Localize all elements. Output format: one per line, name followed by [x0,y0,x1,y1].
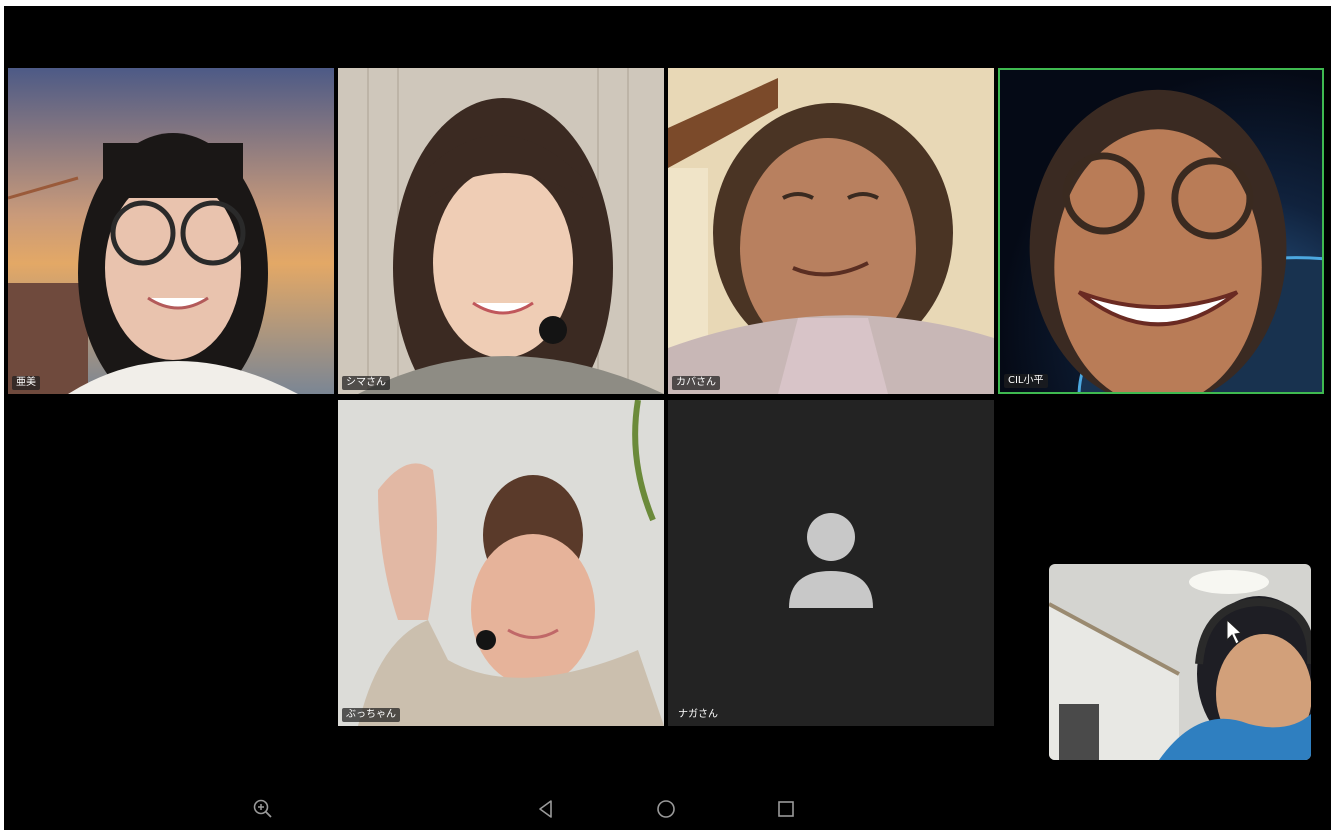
participant-tile-3[interactable]: カバさん [668,68,994,394]
default-avatar-icon [789,513,873,608]
participant-tile-5[interactable]: ぶっちゃん [338,400,664,726]
participant-video-4 [1000,70,1322,392]
system-navigation-bar [4,791,1331,827]
participant-video-2 [338,68,664,394]
participant-name-2: シマさん [342,376,390,390]
back-icon[interactable] [534,797,558,821]
participant-name-4: CIL小平 [1004,374,1048,388]
participant-name-3: カバさん [672,376,720,390]
self-view-video[interactable] [1049,564,1311,760]
participant-video-5 [338,400,664,726]
participant-tile-2[interactable]: シマさん [338,68,664,394]
participant-tile-4[interactable]: CIL小平 [998,68,1324,394]
participant-tile-1[interactable]: 亜美 [8,68,334,394]
participant-name-1: 亜美 [12,376,40,390]
participant-video-3 [668,68,994,394]
meeting-window: 亜美 シマさん カバさん CIL小平 ぶっちゃん ナガさん [4,6,1331,830]
self-view-scene [1049,564,1311,760]
participant-name-5: ぶっちゃん [342,708,400,722]
home-icon[interactable] [654,797,678,821]
participant-video-1 [8,68,334,394]
participant-tile-6[interactable]: ナガさん [668,400,994,726]
recents-icon[interactable] [774,797,798,821]
zoom-in-icon[interactable] [251,797,275,821]
participant-name-6: ナガさん [678,709,718,720]
